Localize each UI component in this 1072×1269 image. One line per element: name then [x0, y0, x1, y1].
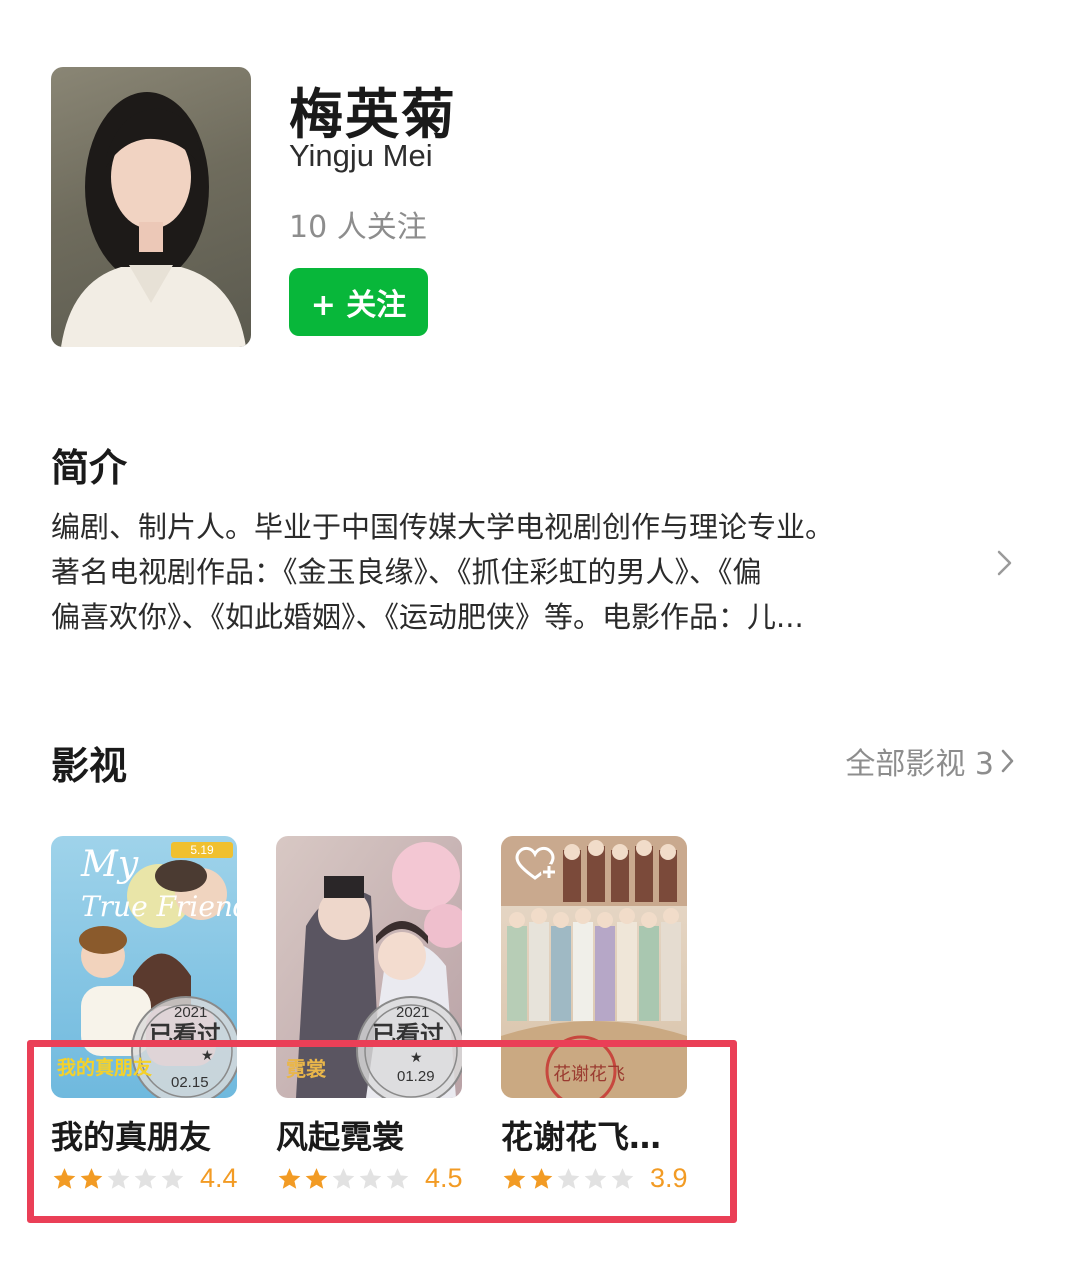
- intro-line: 编剧、制片人。毕业于中国传媒大学电视剧创作与理论专业。: [51, 510, 835, 544]
- intro-text[interactable]: 编剧、制片人。毕业于中国传媒大学电视剧创作与理论专业。 著名电视剧作品：《金玉良…: [51, 505, 971, 640]
- poster-badge: 5.19: [190, 843, 214, 857]
- poster-subtitle-text: True Friend: [81, 890, 237, 923]
- highlight-box: [27, 1040, 737, 1223]
- poster-title-text: My: [80, 844, 139, 885]
- chevron-right-icon: [1001, 749, 1014, 773]
- intro-line: 偏喜欢你》、《如此婚姻》、《运动肥侠》等。电影作品：儿...: [51, 600, 804, 634]
- all-works-link[interactable]: 全部影视 3: [845, 739, 1016, 783]
- all-works-label: 全部影视 3: [845, 747, 994, 782]
- chevron-right-icon[interactable]: [994, 548, 1016, 582]
- follower-count: 10 人关注: [289, 210, 427, 245]
- works-heading: 影视: [51, 744, 128, 788]
- profile-photo[interactable]: [51, 67, 251, 347]
- follow-button[interactable]: + 关注: [289, 268, 428, 336]
- stamp-year: 2021: [174, 1004, 207, 1021]
- profile-name-en: Yingju Mei: [289, 138, 433, 173]
- intro-line: 著名电视剧作品：《金玉良缘》、《抓住彩虹的男人》、《偏: [51, 555, 762, 589]
- stamp-year: 2021: [396, 1004, 429, 1021]
- intro-heading: 简介: [51, 446, 128, 490]
